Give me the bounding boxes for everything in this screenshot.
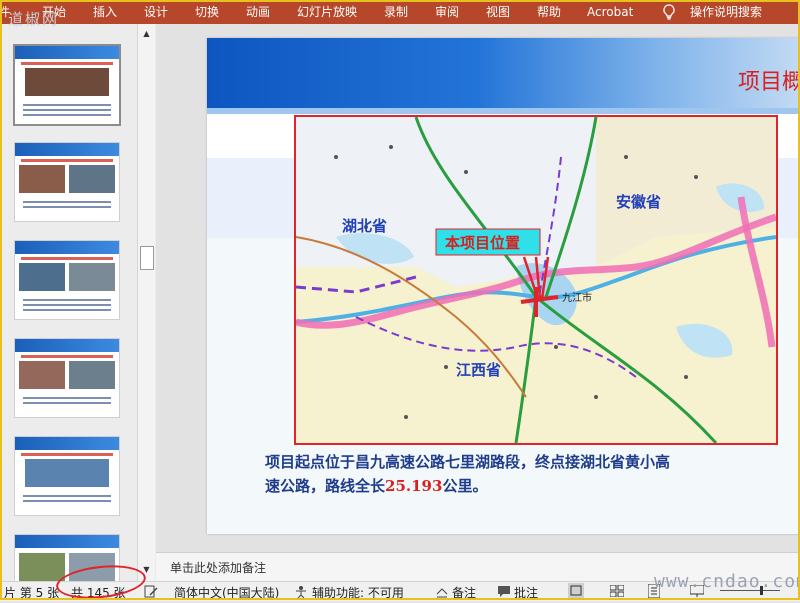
slide-body-text[interactable]: 项目起点位于昌九高速公路七里湖路段，终点接湖北省黄小高 速公路，路线全长25.1… (265, 450, 800, 498)
normal-view-icon[interactable] (568, 583, 584, 598)
scroll-up-icon[interactable]: ▲ (138, 26, 155, 42)
slide-thumbnail-8[interactable] (14, 338, 120, 418)
brand-watermark: www.cndao.com (654, 571, 800, 592)
notes-placeholder[interactable]: 单击此处添加备注 (170, 559, 266, 576)
tab-transitions[interactable]: 切换 (195, 0, 219, 24)
route-length-value: 25.193 (385, 477, 443, 495)
slide-thumbnail-pane (0, 24, 156, 581)
slide-thumbnail-7[interactable] (14, 240, 120, 320)
tab-animations[interactable]: 动画 (246, 0, 270, 24)
comments-icon[interactable] (497, 585, 511, 598)
notes-icon[interactable] (436, 586, 448, 598)
notes-button[interactable]: 备注 (452, 584, 476, 601)
accessibility-icon[interactable] (294, 585, 308, 598)
slide-header-banner (207, 38, 800, 108)
tab-design[interactable]: 设计 (144, 0, 168, 24)
tab-review[interactable]: 审阅 (435, 0, 459, 24)
language-status[interactable]: 简体中文(中国大陆) (174, 584, 279, 601)
map-graphic (296, 117, 776, 443)
tab-acrobat[interactable]: Acrobat (587, 0, 633, 24)
tell-me-search[interactable]: 操作说明搜索 (690, 0, 762, 24)
slide-thumbnail-9[interactable] (14, 436, 120, 516)
slide-editor: 项目概 湖北省 安徽省 江西省 本项目位置 九江市 项目起点位于昌九高速公路七里… (156, 24, 800, 552)
tab-insert[interactable]: 插入 (93, 0, 117, 24)
slide-thumbnail-6[interactable] (14, 142, 120, 222)
slide-counter: 片 第 5 张 (4, 586, 60, 600)
map-label-jiangxi: 江西省 (456, 361, 502, 379)
project-location-map[interactable]: 湖北省 安徽省 江西省 本项目位置 九江市 (294, 115, 778, 445)
slide-thumbnail-5[interactable] (13, 44, 121, 126)
tab-slideshow[interactable]: 幻灯片放映 (297, 0, 357, 24)
map-label-anhui: 安徽省 (616, 193, 662, 211)
map-label-project-location: 本项目位置 (445, 234, 521, 252)
scrollbar-thumb[interactable] (140, 246, 154, 270)
tab-help[interactable]: 帮助 (537, 0, 561, 24)
proofing-icon[interactable] (144, 585, 158, 598)
slide-sorter-icon[interactable] (610, 585, 624, 597)
slide-title[interactable]: 项目概 (738, 64, 800, 96)
accessibility-status[interactable]: 辅助功能: 不可用 (312, 584, 404, 601)
current-slide[interactable]: 项目概 湖北省 安徽省 江西省 本项目位置 九江市 项目起点位于昌九高速公路七里… (207, 38, 800, 534)
site-watermark-logo: 道椒网 (8, 10, 60, 28)
ribbon: 件 开始 插入 设计 切换 动画 幻灯片放映 录制 审阅 视图 帮助 Acrob… (0, 0, 800, 24)
lightbulb-icon[interactable] (662, 4, 676, 20)
map-label-hubei: 湖北省 (342, 217, 388, 235)
map-label-jiujiang: 九江市 (562, 293, 592, 304)
thumbnail-scrollbar[interactable]: ▲ ▼ (137, 24, 155, 581)
tab-record[interactable]: 录制 (384, 0, 408, 24)
tab-view[interactable]: 视图 (486, 0, 510, 24)
comments-button[interactable]: 批注 (514, 584, 538, 601)
